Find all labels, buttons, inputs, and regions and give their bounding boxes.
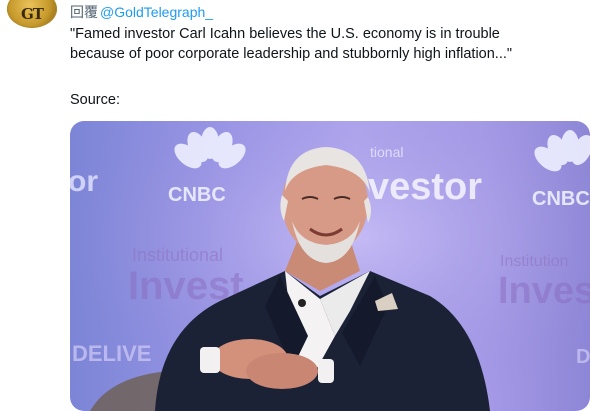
institutional-text-left: Institutional [132, 245, 223, 265]
tweet-text-line-1: "Famed investor Carl Icahn believes the … [70, 26, 500, 42]
reply-handle-link[interactable]: @GoldTelegraph_ [100, 3, 213, 21]
institutional-text-top: tional [370, 144, 403, 160]
tweet-text-line-2: because of poor corporate leadership and… [70, 46, 513, 62]
cnbc-logo-right: CNBC [532, 188, 590, 210]
delive-text: DELIVE [72, 341, 151, 366]
source-label: Source: [70, 92, 120, 108]
investor-text-right: Invest [498, 270, 590, 312]
microphone-icon [298, 299, 306, 307]
media-photo-illustration: CNBC or CNBC tional vestor Institutional… [70, 121, 590, 411]
tweet-text: "Famed investor Carl Icahn believes the … [70, 24, 595, 64]
cnbc-logo-left: CNBC [168, 184, 226, 206]
backdrop-edge-text: D [576, 346, 590, 368]
reply-context: 回覆 @GoldTelegraph_ [70, 3, 213, 21]
avatar[interactable]: GT [7, 0, 57, 28]
institutional-text-right: Institution [500, 253, 568, 270]
backdrop-partial-text: or [70, 165, 98, 198]
investor-text-top: vestor [368, 166, 482, 208]
reply-label: 回覆 [70, 4, 98, 20]
tweet-media-image[interactable]: CNBC or CNBC tional vestor Institutional… [70, 121, 590, 411]
avatar-logo-text: GT [21, 5, 44, 23]
